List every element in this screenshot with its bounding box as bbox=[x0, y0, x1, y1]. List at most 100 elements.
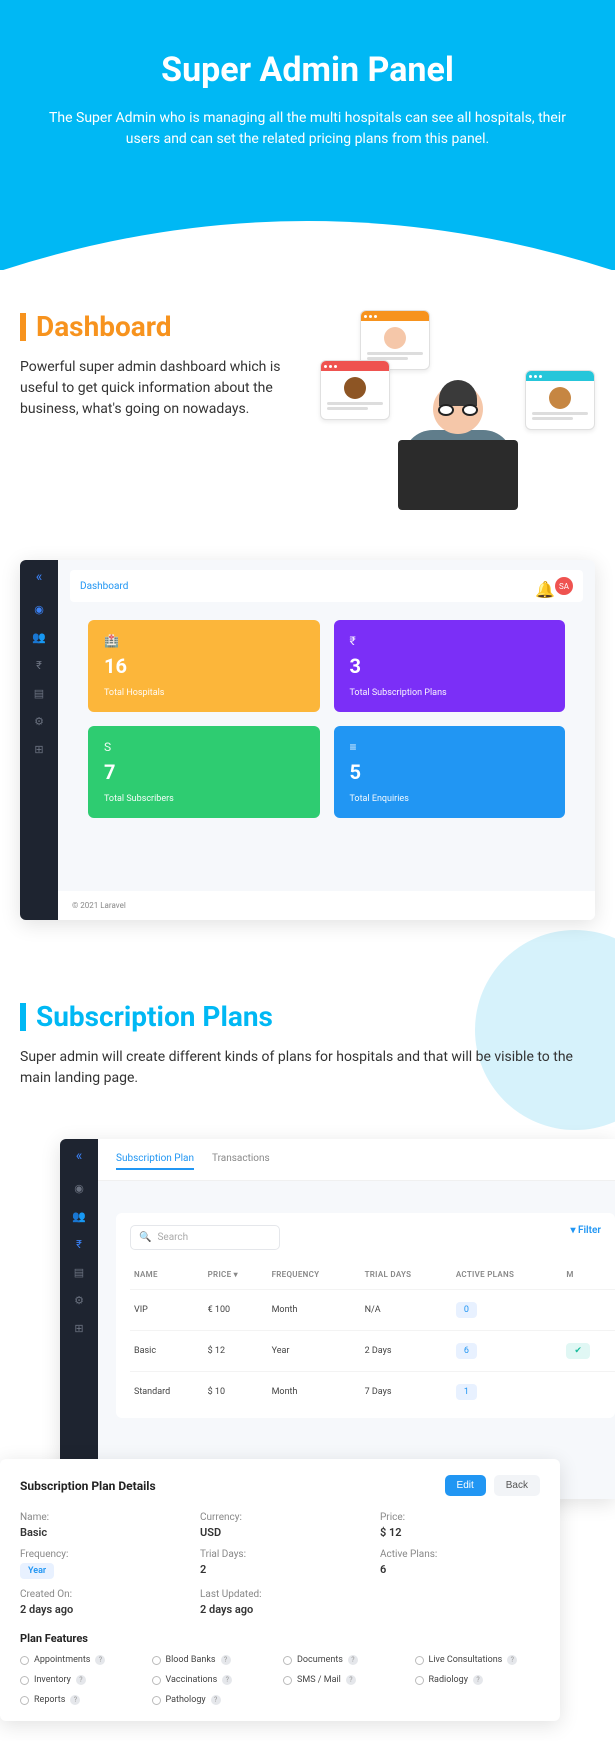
col-active[interactable]: ACTIVE PLANS bbox=[452, 1260, 563, 1290]
search-input[interactable]: 🔍 Search bbox=[130, 1225, 280, 1250]
sidebar-item-users[interactable]: 👥 bbox=[72, 1209, 86, 1223]
user-avatar[interactable]: SA bbox=[555, 577, 573, 595]
help-icon[interactable]: ? bbox=[95, 1655, 105, 1665]
features-grid: Appointments? Blood Banks? Documents? Li… bbox=[20, 1655, 540, 1705]
sidebar-collapse-icon[interactable]: « bbox=[32, 570, 46, 584]
feature-pathology: Pathology? bbox=[152, 1695, 278, 1705]
cell-name: VIP bbox=[130, 1290, 204, 1331]
stat-hospitals[interactable]: 🏥 16 Total Hospitals bbox=[88, 620, 320, 712]
stat-value: 5 bbox=[350, 760, 550, 784]
illust-person bbox=[388, 384, 528, 510]
stat-label: Total Subscribers bbox=[104, 794, 304, 804]
sidebar-item-settings[interactable]: ⚙ bbox=[32, 714, 46, 728]
sidebar-item-settings[interactable]: ⚙ bbox=[72, 1293, 86, 1307]
stat-value: 3 bbox=[350, 654, 550, 678]
cell-active: 0 bbox=[452, 1290, 563, 1331]
sidebar-item-dashboard[interactable]: ◉ bbox=[72, 1181, 86, 1195]
sidebar-item-list[interactable]: ▤ bbox=[72, 1265, 86, 1279]
detail-title: Subscription Plan Details bbox=[20, 1479, 156, 1493]
tabs: Subscription Plan Transactions bbox=[98, 1139, 615, 1181]
col-name[interactable]: NAME bbox=[130, 1260, 204, 1290]
sidebar-item-plans[interactable]: ₹ bbox=[32, 658, 46, 672]
sidebar-item-more[interactable]: ⊞ bbox=[72, 1321, 86, 1335]
col-trial[interactable]: TRIAL DAYS bbox=[361, 1260, 452, 1290]
stat-label: Total Hospitals bbox=[104, 688, 304, 698]
cell-trial: N/A bbox=[361, 1290, 452, 1331]
help-icon[interactable]: ? bbox=[222, 1675, 232, 1685]
table-row[interactable]: VIP € 100 Month N/A 0 bbox=[130, 1290, 615, 1331]
section-accent-bar bbox=[20, 313, 26, 341]
help-icon[interactable]: ? bbox=[507, 1655, 517, 1665]
sidebar-collapse-icon[interactable]: « bbox=[72, 1149, 86, 1163]
stat-enquiries[interactable]: ≡ 5 Total Enquiries bbox=[334, 726, 566, 818]
sidebar-item-list[interactable]: ▤ bbox=[32, 686, 46, 700]
detail-fields: Name:Basic Currency:USD Price:$ 12 Frequ… bbox=[20, 1512, 540, 1616]
feature-documents: Documents? bbox=[283, 1655, 409, 1665]
plans-app-window: « ◉ 👥 ₹ ▤ ⚙ ⊞ Subscription Plan Transact… bbox=[60, 1139, 615, 1499]
sidebar-item-users[interactable]: 👥 bbox=[32, 630, 46, 644]
stat-plans[interactable]: ₹ 3 Total Subscription Plans bbox=[334, 620, 566, 712]
help-icon[interactable]: ? bbox=[211, 1695, 221, 1705]
stat-subscribers[interactable]: S 7 Total Subscribers bbox=[88, 726, 320, 818]
subscriber-icon: S bbox=[104, 740, 304, 754]
col-frequency[interactable]: FREQUENCY bbox=[268, 1260, 361, 1290]
sidebar: « ◉ 👥 ₹ ▤ ⚙ ⊞ bbox=[60, 1139, 98, 1499]
sidebar-item-dashboard[interactable]: ◉ bbox=[32, 602, 46, 616]
stat-value: 16 bbox=[104, 654, 304, 678]
label-created: Created On: bbox=[20, 1589, 180, 1600]
value-updated: 2 days ago bbox=[200, 1603, 360, 1616]
value-name: Basic bbox=[20, 1526, 180, 1539]
help-icon[interactable]: ? bbox=[473, 1675, 483, 1685]
cell-price: $ 12 bbox=[204, 1331, 268, 1372]
value-created: 2 days ago bbox=[20, 1603, 180, 1616]
label-name: Name: bbox=[20, 1512, 180, 1523]
table-row[interactable]: Standard $ 10 Month 7 Days 1 bbox=[130, 1372, 615, 1413]
label-frequency: Frequency: bbox=[20, 1549, 180, 1560]
section-dashboard: Dashboard Powerful super admin dashboard… bbox=[0, 270, 615, 530]
label-updated: Last Updated: bbox=[200, 1589, 360, 1600]
notification-icon[interactable]: 🔔 bbox=[535, 580, 547, 592]
breadcrumb-bar: Dashboard 🔔 SA bbox=[70, 570, 583, 602]
cell-trial: 2 Days bbox=[361, 1331, 452, 1372]
hero-header: Super Admin Panel The Super Admin who is… bbox=[0, 0, 615, 270]
rupee-icon: ₹ bbox=[350, 634, 550, 648]
enquiry-icon: ≡ bbox=[350, 740, 550, 754]
section-subscription-plans: Subscription Plans Super admin will crea… bbox=[0, 960, 615, 1109]
help-icon[interactable]: ? bbox=[348, 1655, 358, 1665]
table-row[interactable]: Basic $ 12 Year 2 Days 6 ✔ bbox=[130, 1331, 615, 1372]
dashboard-illustration bbox=[320, 310, 595, 510]
col-price[interactable]: PRICE ▾ bbox=[204, 1260, 268, 1290]
label-active: Active Plans: bbox=[380, 1549, 540, 1560]
cell-freq: Year bbox=[268, 1331, 361, 1372]
section-title-dashboard: Dashboard bbox=[36, 310, 172, 343]
breadcrumb-link[interactable]: Dashboard bbox=[80, 581, 128, 592]
plans-table-card: 🔍 Search ▾ Filter NAME PRICE ▾ FREQUENCY… bbox=[116, 1213, 615, 1418]
back-button[interactable]: Back bbox=[494, 1475, 540, 1496]
tab-transactions[interactable]: Transactions bbox=[212, 1149, 270, 1170]
help-icon[interactable]: ? bbox=[70, 1695, 80, 1705]
plan-detail-card: Subscription Plan Details Edit Back Name… bbox=[0, 1459, 560, 1721]
label-trial: Trial Days: bbox=[200, 1549, 360, 1560]
sidebar-item-plans[interactable]: ₹ bbox=[72, 1237, 86, 1251]
feature-appointments: Appointments? bbox=[20, 1655, 146, 1665]
tab-subscription-plan[interactable]: Subscription Plan bbox=[116, 1149, 194, 1170]
cell-name: Basic bbox=[130, 1331, 204, 1372]
filter-button[interactable]: ▾ Filter bbox=[570, 1225, 601, 1250]
stats-grid: 🏥 16 Total Hospitals ₹ 3 Total Subscript… bbox=[58, 602, 595, 836]
sidebar: « ◉ 👥 ₹ ▤ ⚙ ⊞ bbox=[20, 560, 58, 920]
feature-reports: Reports? bbox=[20, 1695, 146, 1705]
help-icon[interactable]: ? bbox=[76, 1675, 86, 1685]
app-footer: © 2021 Laravel bbox=[58, 891, 595, 920]
feature-live-consultations: Live Consultations? bbox=[415, 1655, 541, 1665]
section-desc-plans: Super admin will create different kinds … bbox=[20, 1047, 595, 1089]
dashboard-app-window: « ◉ 👥 ₹ ▤ ⚙ ⊞ Dashboard 🔔 SA 🏥 16 Total … bbox=[20, 560, 595, 920]
help-icon[interactable]: ? bbox=[221, 1655, 231, 1665]
help-icon[interactable]: ? bbox=[346, 1675, 356, 1685]
value-frequency: Year bbox=[20, 1563, 180, 1579]
value-currency: USD bbox=[200, 1526, 360, 1539]
edit-button[interactable]: Edit bbox=[445, 1475, 486, 1496]
features-title: Plan Features bbox=[20, 1632, 540, 1645]
sidebar-item-more[interactable]: ⊞ bbox=[32, 742, 46, 756]
search-placeholder: Search bbox=[157, 1232, 188, 1243]
col-m[interactable]: M bbox=[562, 1260, 615, 1290]
